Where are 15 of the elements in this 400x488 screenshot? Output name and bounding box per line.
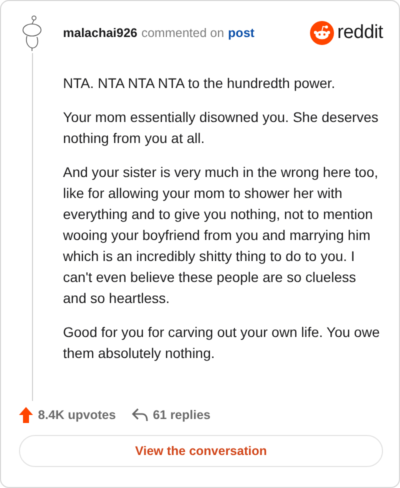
comment-paragraph: Good for you for carving out your own life. You owe them absolutely nothing. (63, 323, 381, 363)
brand-name: reddit (337, 22, 383, 44)
action-text: commented on (141, 26, 224, 40)
reply-count: 61 replies (152, 408, 210, 422)
upvote-count: 8.4K upvotes (38, 408, 116, 422)
view-conversation-button[interactable]: View the conversation (19, 435, 383, 467)
post-link[interactable]: post (228, 26, 254, 40)
avatar-icon (20, 15, 44, 51)
alien-logo-icon (310, 21, 334, 45)
comment-paragraph: NTA. NTA NTA NTA to the hundredth power. (63, 74, 336, 93)
author-name[interactable]: malachai926 (63, 26, 138, 40)
comment-paragraph: Your mom essentially disowned you. She deserves nothing from you at all. (63, 108, 380, 148)
comment-paragraph: And your sister is very much in the wrong here too, like for allowing your mom to shower her with everything and to give you nothing, not to mention wooing your boyfriend from you and marrying him which is an incredibly shitty thing to do to you. I can't even believe these people are so clueless and so heartless. (63, 163, 380, 308)
reply-icon[interactable] (132, 408, 148, 422)
upvote-icon[interactable] (19, 407, 33, 423)
